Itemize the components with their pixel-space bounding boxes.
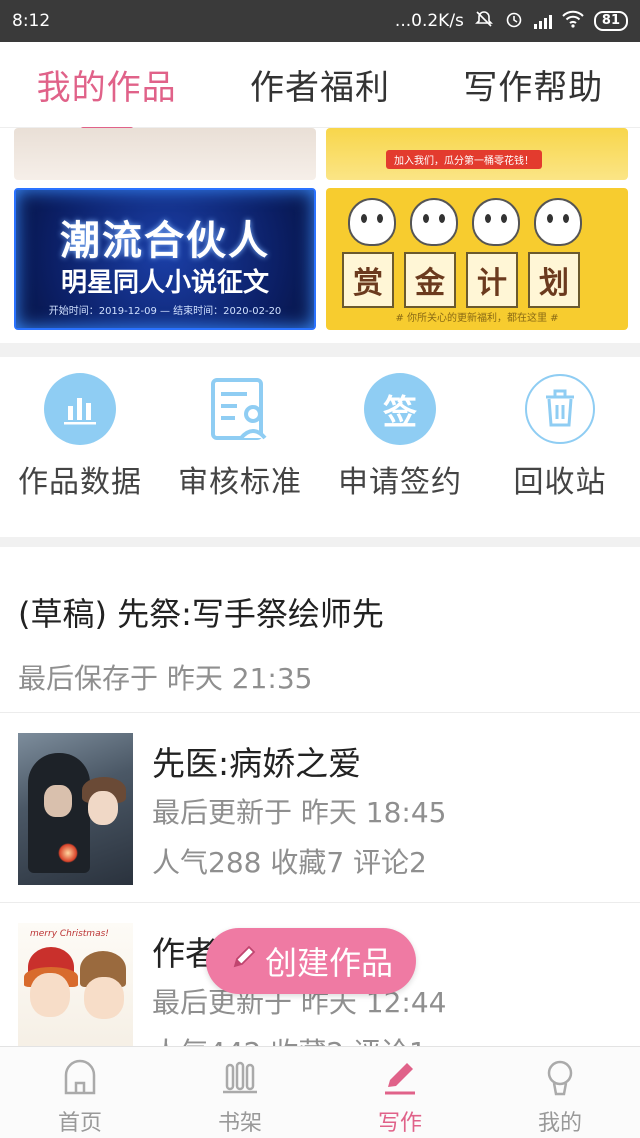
nav-write[interactable]: 写作: [320, 1047, 480, 1138]
bounty-signs: 赏 金 计 划: [342, 252, 580, 308]
bottom-nav: 首页 书架 写作 我的: [0, 1046, 640, 1138]
bounty-footer: # 你所关心的更新福利，都在这里 #: [395, 313, 559, 324]
list-item-draft[interactable]: (草稿) 先祭:写手祭绘师先 最后保存于 昨天 21:35: [0, 547, 640, 713]
banner-grid: 加入我们，瓜分第一桶零花钱！ 潮流合伙人 明星同人小说征文 开始时间：2019-…: [0, 128, 640, 343]
cat-illustrations: [348, 198, 582, 246]
bounty-sign: 赏: [342, 252, 394, 308]
cat-illustration: [534, 198, 582, 246]
bar-chart-icon: [44, 373, 116, 445]
alarm-icon: [504, 9, 524, 34]
pencil-icon: [229, 942, 259, 980]
write-pencil-icon: [378, 1055, 422, 1099]
section-divider: [0, 343, 640, 357]
nav-profile[interactable]: 我的: [480, 1047, 640, 1138]
bookshelf-icon: [218, 1055, 262, 1099]
profile-icon: [538, 1055, 582, 1099]
banner-partner-title: 潮流合伙人: [60, 218, 270, 264]
nav-label: 我的: [537, 1111, 582, 1136]
section-divider: [0, 537, 640, 547]
draft-saved-time: 最后保存于 昨天 21:35: [18, 662, 313, 695]
quick-actions: 作品数据 审核标准 签 申请签约 回收站: [0, 357, 640, 537]
status-time: 8:12: [12, 11, 51, 31]
banner-slogan: 加入我们，瓜分第一桶零花钱！: [386, 150, 542, 169]
book-cover: merry Christmas!: [18, 923, 133, 1053]
cover-text: merry Christmas!: [30, 929, 109, 939]
status-bar: 8:12 ...0.2K/s 81: [0, 0, 640, 42]
banner-partner[interactable]: 潮流合伙人 明星同人小说征文 开始时间：2019-12-09 — 结束时间：20…: [14, 188, 316, 330]
action-works-data[interactable]: 作品数据: [0, 357, 160, 537]
action-label: 申请签约: [338, 465, 462, 500]
trash-icon: [525, 374, 595, 444]
tab-writing-help[interactable]: 写作帮助: [459, 60, 607, 109]
banner-top-right[interactable]: 加入我们，瓜分第一桶零花钱！: [326, 128, 628, 180]
sign-icon: 签: [364, 373, 436, 445]
tab-author-benefits[interactable]: 作者福利: [246, 60, 394, 109]
action-review-standard[interactable]: 审核标准: [160, 357, 320, 537]
cat-illustration: [348, 198, 396, 246]
bounty-sign: 划: [528, 252, 580, 308]
action-label: 作品数据: [18, 465, 142, 500]
create-work-label: 创建作品: [264, 944, 393, 982]
wifi-icon: [562, 10, 584, 33]
work-stats: 人气288 收藏7 评论2: [152, 846, 427, 879]
banner-partner-dates: 开始时间：2019-12-09 — 结束时间：2020-02-20: [48, 306, 282, 317]
cat-illustration: [410, 198, 458, 246]
cat-illustration: [472, 198, 520, 246]
nav-label: 书架: [217, 1111, 262, 1136]
nav-label: 首页: [57, 1111, 102, 1136]
battery-indicator: 81: [593, 11, 628, 31]
network-speed: ...0.2K/s: [394, 11, 464, 31]
action-label: 审核标准: [178, 465, 302, 500]
home-icon: [58, 1055, 102, 1099]
mute-icon: [474, 9, 494, 34]
bounty-sign: 金: [404, 252, 456, 308]
draft-title: (草稿) 先祭:写手祭绘师先: [18, 595, 384, 633]
banner-partner-subtitle: 明星同人小说征文: [60, 268, 269, 298]
banner-bounty[interactable]: 赏 金 计 划 # 你所关心的更新福利，都在这里 #: [326, 188, 628, 330]
work-title: 先医:病娇之爱: [152, 744, 362, 783]
nav-bookshelf[interactable]: 书架: [160, 1047, 320, 1138]
action-recycle-bin[interactable]: 回收站: [480, 357, 640, 537]
bounty-sign: 计: [466, 252, 518, 308]
tab-my-works[interactable]: 我的作品: [33, 60, 181, 131]
action-label: 回收站: [513, 465, 607, 500]
nav-home[interactable]: 首页: [0, 1047, 160, 1138]
action-apply-contract[interactable]: 签 申请签约: [320, 357, 480, 537]
top-tabs: 我的作品 作者福利 写作帮助: [0, 42, 640, 131]
work-updated-time: 最后更新于 昨天 18:45: [152, 796, 447, 829]
signal-icon: [533, 13, 552, 29]
app-screen: 8:12 ...0.2K/s 81 我的作品 作者福利 写作帮助 加入我们，瓜分…: [0, 0, 640, 1138]
create-work-button[interactable]: 创建作品: [206, 928, 416, 994]
book-cover: [18, 733, 133, 885]
nav-label: 写作: [377, 1111, 422, 1136]
banner-top-left[interactable]: [14, 128, 316, 180]
review-document-icon: [204, 373, 276, 445]
status-indicators: ...0.2K/s 81: [395, 9, 628, 34]
list-item-work[interactable]: 先医:病娇之爱 最后更新于 昨天 18:45 人气288 收藏7 评论2: [0, 713, 640, 903]
